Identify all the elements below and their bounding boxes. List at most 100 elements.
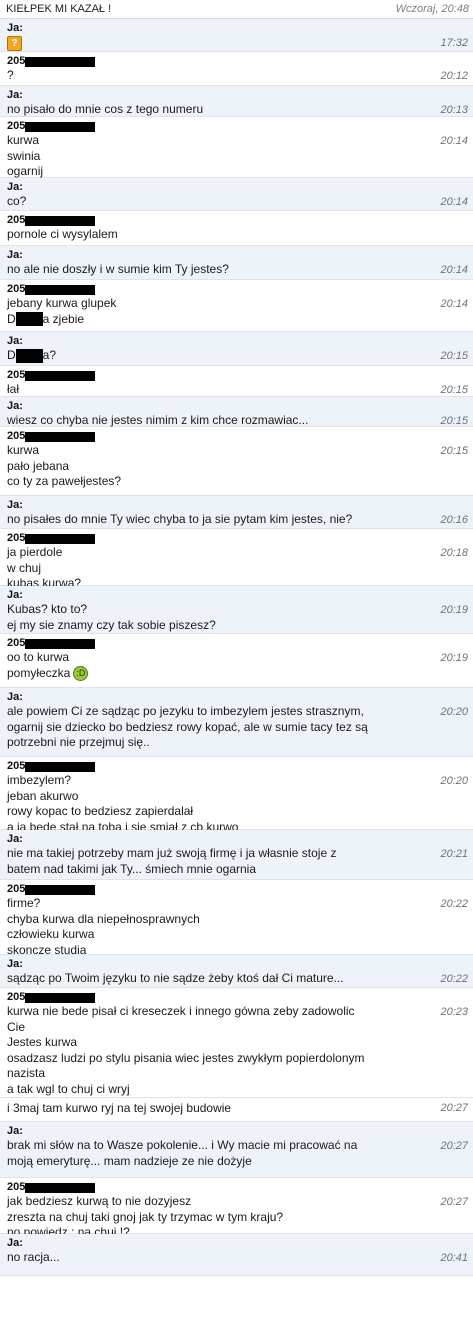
message-row: 205 20:12?	[0, 52, 473, 86]
message-time: 20:21	[440, 848, 468, 860]
message-time: 20:14	[440, 196, 468, 208]
message-text-redacted: Da zjebie	[7, 311, 85, 327]
message-row: 205 20:15 kurwa pało jebana co ty za pawełje…	[0, 427, 473, 496]
message-list: Ja: 17:32? 205 20:12? Ja: 20:13 no pisało do m…	[0, 19, 473, 1276]
sender-name: 205	[7, 430, 26, 442]
message-text: jak bedziesz kurwą to nie dozyjesz	[7, 1194, 192, 1208]
message-row: 205 20:14 jebany kurwa glupek Da zjebie	[0, 280, 473, 332]
message-time: 20:41	[440, 1252, 468, 1264]
message-row: Ja: 20:13 no pisało do mnie cos z tego num…	[0, 86, 473, 117]
sender-name: Ja:	[7, 691, 23, 703]
message-text: swinia	[7, 148, 41, 163]
message-sender: 205	[7, 283, 429, 296]
sender-name: Ja:	[7, 833, 23, 845]
message-time: 20:22	[440, 973, 468, 985]
message-text-redacted: Da?	[7, 348, 57, 363]
chat-date: Wczoraj, 20:48	[395, 3, 469, 15]
sender-name: Ja:	[7, 249, 23, 261]
message-text: ej my sie znamy czy tak sobie piszesz?	[7, 617, 216, 632]
sender-name: 205	[7, 883, 26, 895]
redacted-number	[25, 56, 96, 67]
redacted-number	[25, 638, 96, 649]
redacted-number	[25, 215, 96, 226]
redacted-number	[25, 121, 96, 132]
message-time: 20:14	[440, 264, 468, 276]
message-time: 20:15	[440, 350, 468, 362]
sender-name: Ja:	[7, 1125, 23, 1137]
message-text: człowieku kurwa	[7, 927, 95, 941]
message-sender: Ja:	[7, 1125, 429, 1138]
sender-name: 205	[7, 991, 26, 1003]
message-time: 17:32	[440, 37, 468, 49]
message-text: kurwa nie bede pisał ci kreseczek i inne…	[7, 1004, 355, 1018]
sender-name: Ja:	[7, 400, 23, 412]
message-text: jebany kurwa glupek	[7, 296, 117, 310]
message-time: 20:23	[440, 1006, 468, 1018]
message-text: Kubas? kto to?	[7, 602, 88, 616]
message-time: 20:19	[440, 652, 468, 664]
message-sender: 205	[7, 369, 429, 382]
redacted-number	[25, 284, 96, 295]
sender-name: Ja:	[7, 1237, 23, 1249]
message-time: 20:12	[440, 70, 468, 82]
sender-name: Ja:	[7, 22, 23, 34]
message-time: 20:14	[440, 298, 468, 310]
message-time: 20:15	[440, 415, 468, 427]
message-text: co?	[7, 194, 27, 208]
message-text: oo to kurwa	[7, 650, 70, 664]
message-text: łał	[7, 382, 20, 396]
message-sender: Ja:	[7, 400, 429, 413]
redacted-name	[15, 348, 43, 363]
message-row: Ja: 20:41 no racja...	[0, 1234, 473, 1276]
message-time: 20:13	[440, 104, 468, 116]
message-time: 20:19	[440, 604, 468, 616]
message-sender: Ja:	[7, 22, 429, 35]
message-text: ?	[7, 68, 14, 82]
message-sender: 205	[7, 214, 429, 227]
redacted-number	[25, 761, 96, 772]
message-text: sądząc po Twoim języku to nie sądze żeby…	[7, 971, 344, 985]
message-row: Ja: 20:20 ale powiem Ci ze sądząc po jezyk…	[0, 688, 473, 757]
sender-name: Ja:	[7, 499, 23, 511]
message-text: ja pierdole	[7, 545, 63, 559]
message-text: batem nad takimi jak Ty... śmiech mnie o…	[7, 861, 256, 876]
message-row: 205 pornole ci wysylalem	[0, 211, 473, 246]
message-time: 20:27	[440, 1102, 468, 1114]
message-sender: Ja:	[7, 958, 429, 971]
message-row: Ja: 20:15 Da?	[0, 332, 473, 366]
message-text: ogarnij sie dziecko bo bedziesz rowy kop…	[7, 719, 368, 734]
message-text: Cie	[7, 1019, 26, 1034]
message-sender: Ja:	[7, 249, 429, 262]
message-sender: 205	[7, 883, 429, 896]
message-text: ale powiem Ci ze sądząc po jezyku to imb…	[7, 704, 364, 718]
message-sender: 205	[7, 532, 429, 545]
sender-name: 205	[7, 120, 26, 132]
message-text: kurwa	[7, 443, 40, 457]
message-sender: 205	[7, 1181, 429, 1194]
message-sender: Ja:	[7, 691, 429, 704]
message-text: no pisało do mnie cos z tego numeru	[7, 102, 204, 116]
sender-name: Ja:	[7, 181, 23, 193]
message-time: 20:22	[440, 898, 468, 910]
message-text: zreszta na chuj taki gnoj jak ty trzymac…	[7, 1209, 284, 1224]
message-sender: Ja:	[7, 499, 429, 512]
redacted-name	[15, 312, 43, 327]
message-row: 20:27 i 3maj tam kurwo ryj na tej swojej …	[0, 1098, 473, 1122]
message-sender: 205	[7, 430, 429, 443]
sender-name: 205	[7, 760, 26, 772]
message-sender: Ja:	[7, 89, 429, 102]
message-time: 20:27	[440, 1196, 468, 1208]
message-time: 20:14	[440, 135, 468, 147]
message-row: Ja: 20:14 no ale nie doszły i w sumie kim …	[0, 246, 473, 280]
chat-header: KIEŁPEK MI KAZAŁ ! Wczoraj, 20:48	[0, 0, 473, 19]
message-sender: Ja:	[7, 335, 429, 348]
message-time: 20:20	[440, 775, 468, 787]
message-text: chyba kurwa dla niepełnosprawnych	[7, 911, 200, 926]
message-sender: 205	[7, 55, 429, 68]
laughing-smiley-icon: :D	[73, 665, 89, 681]
message-text: no racja...	[7, 1250, 60, 1264]
chat-log: KIEŁPEK MI KAZAŁ ! Wczoraj, 20:48 Ja: 17:…	[0, 0, 473, 1276]
redacted-number	[25, 533, 96, 544]
message-text: jeban akurwo	[7, 788, 79, 803]
message-row: 205 20:19 oo to kurwa pomyłeczka:D	[0, 634, 473, 688]
